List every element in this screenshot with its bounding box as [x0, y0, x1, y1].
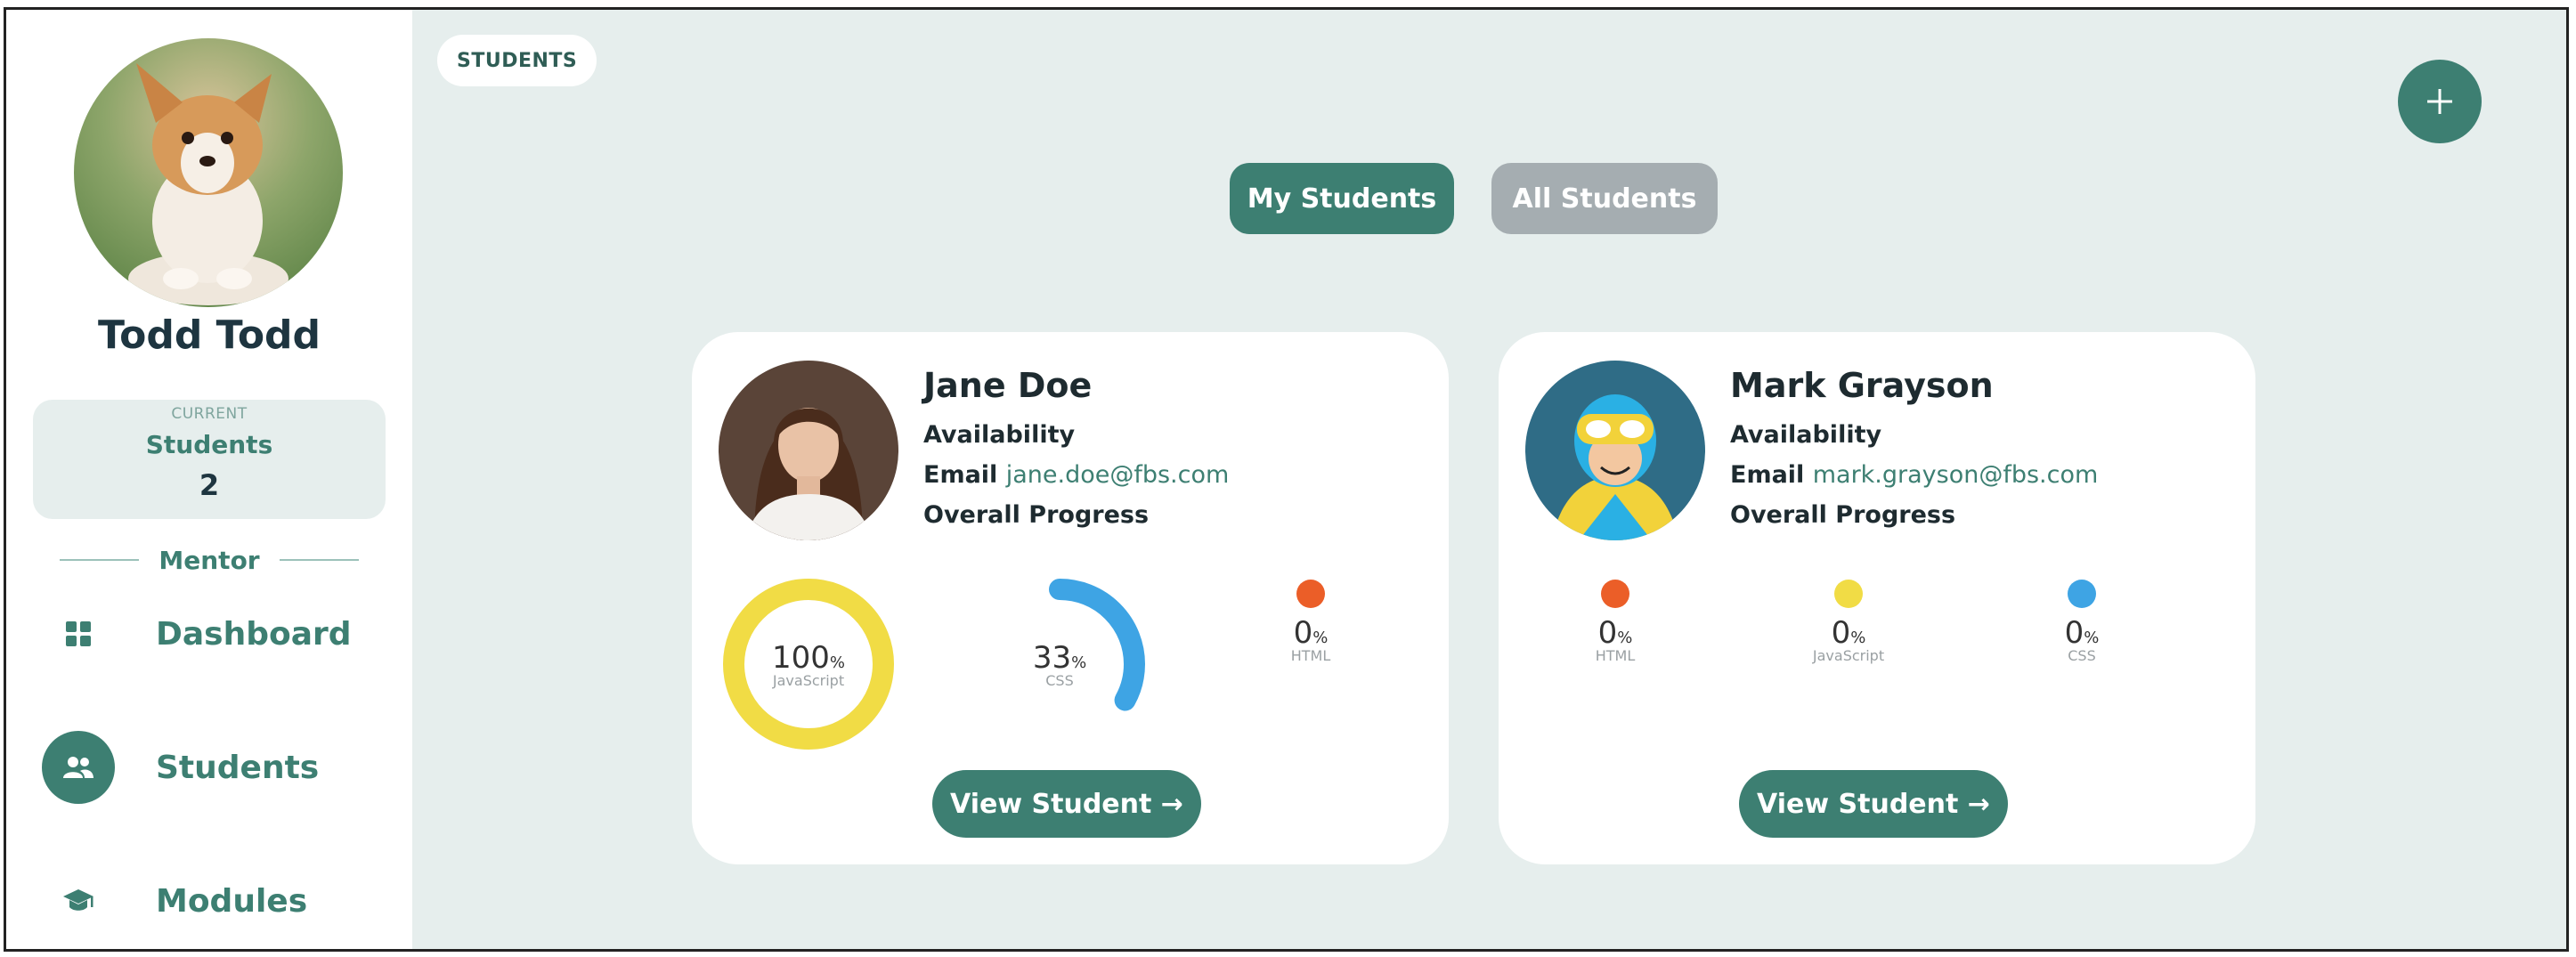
skill-name: HTML — [1595, 647, 1636, 664]
skill-html: 0% HTML — [1499, 571, 1732, 758]
sidebar: Todd Todd CURRENT Students 2 Mentor Dash… — [6, 10, 412, 949]
email-value[interactable]: jane.doe@fbs.com — [1006, 461, 1230, 489]
role-divider: Mentor — [60, 542, 359, 578]
skill-center: 0% JavaScript — [1732, 615, 1965, 664]
skill-name: CSS — [1045, 671, 1074, 689]
skill-css: 33% CSS — [943, 571, 1176, 758]
skill-color-dot — [1834, 580, 1863, 608]
email-label: Email — [1730, 461, 1805, 489]
skill-center: 33% CSS — [943, 571, 1176, 758]
nav-dashboard[interactable]: Dashboard — [42, 596, 398, 672]
current-caption: CURRENT — [171, 405, 248, 423]
current-label: Students — [145, 430, 273, 459]
skill-name: JavaScript — [772, 671, 845, 689]
user-name: Todd Todd — [97, 312, 321, 358]
grid-icon — [42, 597, 115, 670]
student-photo — [719, 361, 898, 540]
tab-all-students[interactable]: All Students — [1491, 163, 1718, 234]
skill-percent: 0% — [1831, 615, 1866, 651]
role-label: Mentor — [158, 545, 260, 575]
skill-percent: 0% — [2064, 615, 2100, 651]
current-students-card: CURRENT Students 2 — [33, 400, 386, 519]
skill-javascript: 0% JavaScript — [1732, 571, 1965, 758]
graduation-cap-icon — [42, 864, 115, 937]
nav-label: Modules — [156, 882, 308, 920]
skill-center: 0% CSS — [1965, 615, 2198, 664]
skill-color-dot — [1601, 580, 1629, 608]
current-count: 2 — [199, 468, 220, 502]
skill-percent: 100% — [771, 639, 845, 676]
skills-row: 100% JavaScript 33% CSS 0% HTML — [692, 571, 1449, 758]
app-window: Todd Todd CURRENT Students 2 Mentor Dash… — [4, 7, 2569, 952]
progress-label: Overall Progress — [1730, 501, 1956, 529]
skill-center: 0% HTML — [1499, 615, 1732, 664]
nav-label: Students — [156, 749, 320, 786]
skill-name: HTML — [1290, 647, 1331, 664]
skill-name: CSS — [2068, 647, 2096, 664]
email-value[interactable]: mark.grayson@fbs.com — [1813, 461, 2099, 489]
add-student-button[interactable] — [2398, 60, 2482, 143]
student-card: Mark Grayson Availability Email mark.gra… — [1499, 332, 2255, 864]
divider-line — [60, 559, 140, 561]
student-name: Jane Doe — [923, 366, 1093, 405]
skill-percent: 0% — [1293, 615, 1329, 651]
view-student-button[interactable]: View Student → — [932, 770, 1201, 838]
skill-css: 0% CSS — [1965, 571, 2198, 758]
view-student-button[interactable]: View Student → — [1739, 770, 2008, 838]
avatar[interactable] — [74, 38, 343, 307]
progress-label: Overall Progress — [923, 501, 1150, 529]
skill-center: 100% JavaScript — [692, 571, 925, 758]
nav-label: Dashboard — [156, 615, 352, 653]
student-card: Jane Doe Availability Email jane.doe@fbs… — [692, 332, 1449, 864]
availability-label: Availability — [923, 421, 1076, 449]
breadcrumb[interactable]: STUDENTS — [437, 35, 597, 86]
availability-label: Availability — [1730, 421, 1882, 449]
nav-students[interactable]: Students — [42, 729, 398, 806]
skill-percent: 33% — [1032, 639, 1087, 676]
skill-name: JavaScript — [1812, 647, 1885, 664]
skill-center: 0% HTML — [1194, 615, 1427, 664]
plus-icon — [2427, 89, 2452, 114]
tab-my-students[interactable]: My Students — [1230, 163, 1454, 234]
skill-color-dot — [2068, 580, 2096, 608]
skills-row: 0% HTML 0% JavaScript 0% CSS — [1499, 571, 2255, 758]
nav-modules[interactable]: Modules — [42, 863, 398, 939]
divider-line — [279, 559, 359, 561]
skill-javascript: 100% JavaScript — [692, 571, 925, 758]
email-label: Email — [923, 461, 998, 489]
student-name: Mark Grayson — [1730, 366, 1994, 405]
student-photo — [1525, 361, 1705, 540]
skill-html: 0% HTML — [1194, 571, 1427, 758]
email-row: Email mark.grayson@fbs.com — [1730, 461, 2098, 489]
users-icon — [42, 731, 115, 804]
email-row: Email jane.doe@fbs.com — [923, 461, 1229, 489]
skill-color-dot — [1296, 580, 1325, 608]
skill-percent: 0% — [1597, 615, 1633, 651]
